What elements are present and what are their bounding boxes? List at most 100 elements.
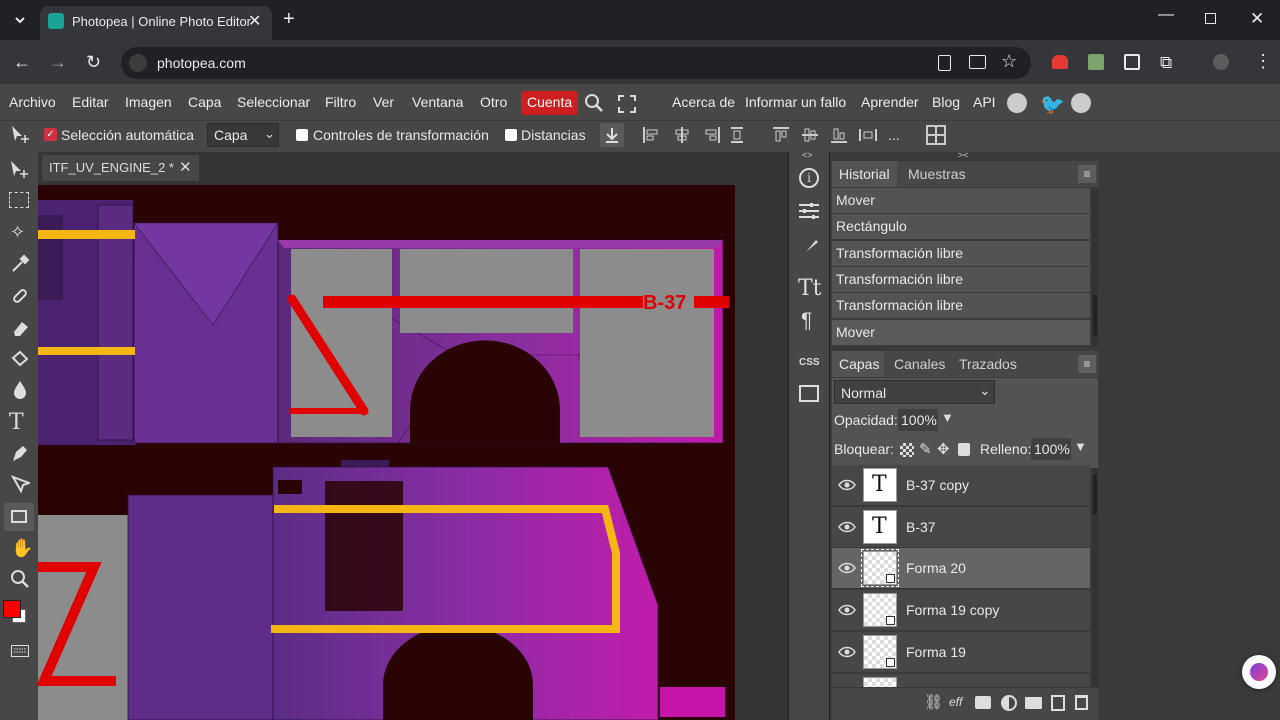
- hand-tool-icon[interactable]: ✋: [11, 538, 33, 559]
- paint-bucket-tool-icon[interactable]: [10, 349, 30, 369]
- align-top-icon[interactable]: [772, 126, 790, 144]
- menu-otro[interactable]: Otro: [480, 94, 507, 110]
- foreground-color-swatch[interactable]: [3, 600, 21, 618]
- browser-tab[interactable]: Photopea | Online Photo Editor ✕: [40, 6, 272, 40]
- tab-muestras[interactable]: Muestras: [908, 166, 966, 182]
- tab-canales[interactable]: Canales: [894, 356, 945, 372]
- layers-panel-menu-icon[interactable]: ≡: [1078, 355, 1096, 373]
- fullscreen-icon[interactable]: [618, 95, 636, 113]
- history-item[interactable]: Transformación libre: [832, 241, 1090, 267]
- facebook-icon[interactable]: [1071, 93, 1091, 113]
- minimize-icon[interactable]: —: [1158, 6, 1174, 24]
- menu-informar-fallo[interactable]: Informar un fallo: [745, 94, 846, 110]
- distribute-h-icon[interactable]: [730, 126, 744, 144]
- history-item[interactable]: Mover: [832, 320, 1090, 346]
- delete-layer-icon[interactable]: [1075, 695, 1088, 710]
- menu-ver[interactable]: Ver: [373, 94, 394, 110]
- chrome-menu-icon[interactable]: ⋮: [1254, 51, 1272, 72]
- adjustment-layer-icon[interactable]: [1001, 695, 1017, 711]
- collapse-right-button[interactable]: ><: [958, 150, 969, 160]
- close-window-icon[interactable]: ✕: [1250, 9, 1264, 29]
- visibility-eye-icon[interactable]: [838, 645, 856, 659]
- history-item[interactable]: Mover: [832, 188, 1090, 214]
- move-tool-icon[interactable]: [9, 160, 31, 180]
- menu-editar[interactable]: Editar: [72, 94, 109, 110]
- menu-acerca-de[interactable]: Acerca de: [672, 94, 735, 110]
- rectangle-tool-button[interactable]: [4, 503, 34, 531]
- type-tool-icon[interactable]: T: [9, 410, 24, 435]
- visibility-eye-icon[interactable]: [838, 603, 856, 617]
- paragraph-icon[interactable]: ¶: [801, 309, 812, 333]
- image-panel-icon[interactable]: [799, 385, 819, 402]
- keyboard-icon[interactable]: [11, 645, 29, 657]
- lock-pixels-icon[interactable]: ✎: [919, 440, 932, 458]
- lock-all-icon[interactable]: [958, 443, 970, 456]
- document-close-icon[interactable]: ✕: [179, 158, 192, 176]
- twitter-icon[interactable]: 🐦: [1040, 92, 1065, 117]
- collapse-left-button[interactable]: <>: [802, 150, 813, 160]
- magic-wand-tool-icon[interactable]: ✧: [10, 222, 25, 243]
- zoom-tool-icon[interactable]: [10, 569, 30, 589]
- assistant-badge[interactable]: [1242, 655, 1276, 689]
- tab-trazados[interactable]: Trazados: [959, 356, 1017, 372]
- align-left-icon[interactable]: [642, 126, 660, 144]
- puzzle-extensions-icon[interactable]: ⧉: [1160, 53, 1172, 73]
- history-item[interactable]: Transformación libre: [832, 293, 1090, 319]
- align-middle-icon[interactable]: [801, 126, 819, 144]
- fill-dropdown-arrow-icon[interactable]: ▼: [1074, 439, 1087, 454]
- reddit-icon[interactable]: [1007, 93, 1027, 113]
- menu-aprender[interactable]: Aprender: [861, 94, 919, 110]
- lock-transparency-icon[interactable]: [900, 443, 914, 457]
- account-button[interactable]: Cuenta: [521, 91, 579, 115]
- opacity-input[interactable]: 100%: [898, 409, 938, 431]
- search-icon[interactable]: [584, 93, 604, 113]
- visibility-eye-icon[interactable]: [838, 478, 856, 492]
- history-item[interactable]: Rectángulo: [832, 214, 1090, 240]
- eyedropper-tool-icon[interactable]: [10, 254, 30, 274]
- brush-settings-icon[interactable]: [799, 238, 819, 258]
- qr-extension-icon[interactable]: [1124, 54, 1140, 70]
- fill-input[interactable]: 100%: [1031, 438, 1071, 460]
- distances-checkbox[interactable]: [505, 129, 517, 141]
- history-item[interactable]: Transformación libre: [832, 267, 1090, 293]
- new-layer-icon[interactable]: [1051, 695, 1065, 711]
- extension-icon[interactable]: [1088, 54, 1104, 70]
- bookmark-star-icon[interactable]: ☆: [1001, 51, 1017, 72]
- link-layers-icon[interactable]: ⛓: [924, 693, 943, 711]
- menu-capa[interactable]: Capa: [188, 94, 221, 110]
- reload-icon[interactable]: ↻: [86, 52, 101, 73]
- layer-row[interactable]: T B-37 copy: [832, 465, 1090, 506]
- layer-mask-icon[interactable]: [975, 696, 991, 709]
- auto-select-target-dropdown[interactable]: Capa ⌄: [207, 123, 279, 147]
- new-tab-icon[interactable]: +: [283, 8, 295, 31]
- tab-close-icon[interactable]: ✕: [248, 11, 261, 31]
- menu-seleccionar[interactable]: Seleccionar: [237, 94, 310, 110]
- auto-select-checkbox[interactable]: ✓: [44, 128, 57, 141]
- tab-search-icon[interactable]: [12, 12, 28, 28]
- adjustments-icon[interactable]: [798, 202, 820, 220]
- image-canvas[interactable]: B-37: [38, 185, 735, 720]
- visibility-eye-icon[interactable]: [838, 561, 856, 575]
- menu-archivo[interactable]: Archivo: [9, 94, 56, 110]
- css-panel-button[interactable]: CSS: [799, 357, 820, 368]
- info-icon[interactable]: i: [799, 168, 819, 188]
- distribute-v-icon[interactable]: [858, 126, 878, 144]
- menu-ventana[interactable]: Ventana: [412, 94, 463, 110]
- align-bottom-icon[interactable]: [830, 126, 848, 144]
- page-icon[interactable]: [938, 55, 951, 71]
- site-info-icon[interactable]: [129, 54, 147, 72]
- opacity-dropdown-arrow-icon[interactable]: ▼: [941, 410, 954, 425]
- profile-avatar[interactable]: [1213, 54, 1229, 70]
- layers-scrollbar-thumb[interactable]: [1093, 474, 1097, 514]
- healing-tool-icon[interactable]: [10, 286, 30, 306]
- history-scrollbar[interactable]: [1092, 190, 1098, 346]
- blur-tool-icon[interactable]: [11, 380, 29, 400]
- history-scrollbar-thumb[interactable]: [1093, 295, 1097, 335]
- pen-tool-icon[interactable]: [10, 444, 30, 464]
- address-bar[interactable]: photopea.com: [121, 47, 1031, 79]
- restore-icon[interactable]: [1205, 13, 1216, 24]
- layer-row[interactable]: T B-37: [832, 507, 1090, 548]
- align-download-icon[interactable]: [600, 123, 624, 147]
- layer-effects-icon[interactable]: eff: [949, 695, 962, 709]
- menu-imagen[interactable]: Imagen: [125, 94, 172, 110]
